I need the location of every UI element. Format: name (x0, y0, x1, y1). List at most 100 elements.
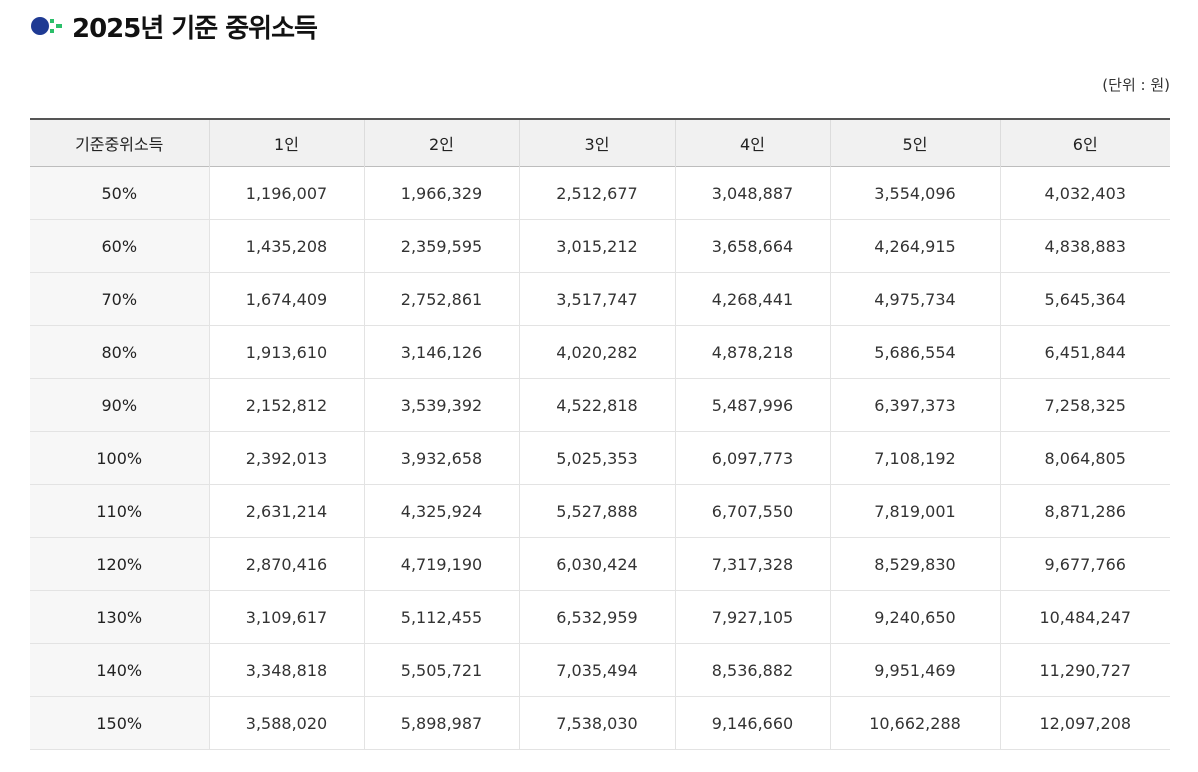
income-cell: 9,677,766 (999, 537, 1170, 591)
income-cell: 5,527,888 (518, 484, 675, 538)
header-4-person: 4인 (674, 119, 830, 167)
header-criterion: 기준중위소득 (75, 135, 164, 154)
income-cell: 11,290,727 (999, 643, 1170, 697)
income-cell: 8,064,805 (999, 431, 1170, 485)
table-row: 110% 2,631,214 4,325,924 5,527,888 6,707,550… (30, 484, 1170, 538)
table-row: 140% 3,348,818 5,505,721 7,035,494 8,536,882… (30, 643, 1170, 697)
table-row: 150% 3,588,020 5,898,987 7,538,030 9,146,660… (30, 696, 1170, 750)
income-cell: 5,645,364 (999, 272, 1170, 326)
row-percentage-cell: 70% (30, 272, 209, 326)
income-cell: 6,532,959 (518, 590, 675, 644)
table-row: 120% 2,870,416 4,719,190 6,030,424 7,317,328… (30, 537, 1170, 591)
income-cell: 6,030,424 (518, 537, 675, 591)
income-cell: 3,015,212 (518, 219, 675, 273)
row-percentage-cell: 80% (30, 325, 209, 379)
income-cell: 5,686,554 (829, 325, 1000, 379)
income-cell: 3,048,887 (674, 166, 830, 220)
table-row: 130% 3,109,617 5,112,455 6,532,959 7,927,105… (30, 590, 1170, 644)
header-5-person: 5인 (829, 119, 1000, 167)
income-cell: 5,025,353 (518, 431, 675, 485)
income-cell: 3,932,658 (363, 431, 519, 485)
title-row: 2025년 기준 중위소득 (30, 8, 318, 44)
income-cell: 4,268,441 (674, 272, 830, 326)
income-cell: 5,898,987 (363, 696, 519, 750)
income-cell: 7,317,328 (674, 537, 830, 591)
header-2-person: 2인 (363, 119, 519, 167)
income-cell: 7,538,030 (518, 696, 675, 750)
income-cell: 2,512,677 (518, 166, 675, 220)
income-cell: 4,325,924 (363, 484, 519, 538)
table-row: 100% 2,392,013 3,932,658 5,025,353 6,097,773… (30, 431, 1170, 485)
row-percentage-cell: 90% (30, 378, 209, 432)
income-cell: 3,588,020 (208, 696, 364, 750)
income-cell: 4,032,403 (999, 166, 1170, 220)
income-cell: 4,522,818 (518, 378, 675, 432)
income-cell: 3,109,617 (208, 590, 364, 644)
row-percentage-cell: 60% (30, 219, 209, 273)
income-cell: 7,819,001 (829, 484, 1000, 538)
header-3-person: 3인 (518, 119, 675, 167)
income-cell: 10,484,247 (999, 590, 1170, 644)
table-row: 70% 1,674,409 2,752,861 3,517,747 4,268,441 4… (30, 272, 1170, 326)
row-percentage-cell: 150% (30, 696, 209, 750)
income-cell: 1,435,208 (208, 219, 364, 273)
income-cell: 1,913,610 (208, 325, 364, 379)
income-cell: 4,264,915 (829, 219, 1000, 273)
table-row: 50% 1,196,007 1,966,329 2,512,677 3,048,887 3… (30, 166, 1170, 220)
income-cell: 1,966,329 (363, 166, 519, 220)
row-percentage-cell: 50% (30, 166, 209, 220)
income-cell: 3,554,096 (829, 166, 1000, 220)
income-cell: 2,631,214 (208, 484, 364, 538)
income-cell: 3,348,818 (208, 643, 364, 697)
income-cell: 6,097,773 (674, 431, 830, 485)
row-percentage-cell: 140% (30, 643, 209, 697)
income-cell: 2,152,812 (208, 378, 364, 432)
header-1-person: 1인 (208, 119, 364, 167)
table-row: 80% 1,913,610 3,146,126 4,020,282 4,878,218 5… (30, 325, 1170, 379)
income-cell: 1,196,007 (208, 166, 364, 220)
income-cell: 4,838,883 (999, 219, 1170, 273)
income-cell: 3,539,392 (363, 378, 519, 432)
income-cell: 9,951,469 (829, 643, 1000, 697)
income-cell: 2,392,013 (208, 431, 364, 485)
income-cell: 2,359,595 (363, 219, 519, 273)
income-cell: 7,035,494 (518, 643, 675, 697)
income-cell: 4,878,218 (674, 325, 830, 379)
income-cell: 10,662,288 (829, 696, 1000, 750)
row-percentage-cell: 100% (30, 431, 209, 485)
unit-note: (단위 : 원) (1102, 76, 1170, 94)
median-income-table: 기준중위소득 1인 2인 3인 4인 5인 6인 50% 1,196,007 1,9… (30, 118, 1170, 750)
income-cell: 8,536,882 (674, 643, 830, 697)
row-percentage-cell: 120% (30, 537, 209, 591)
income-cell: 2,870,416 (208, 537, 364, 591)
income-cell: 3,146,126 (363, 325, 519, 379)
income-cell: 5,505,721 (363, 643, 519, 697)
income-cell: 9,240,650 (829, 590, 1000, 644)
row-percentage-cell: 130% (30, 590, 209, 644)
income-cell: 2,752,861 (363, 272, 519, 326)
income-cell: 6,397,373 (829, 378, 1000, 432)
income-cell: 4,020,282 (518, 325, 675, 379)
income-cell: 6,451,844 (999, 325, 1170, 379)
header-6-person: 6인 (999, 119, 1170, 167)
income-cell: 12,097,208 (999, 696, 1170, 750)
income-cell: 5,112,455 (363, 590, 519, 644)
page: 2025년 기준 중위소득 (단위 : 원) 기준중위소득 1인 2인 3인 4… (0, 0, 1198, 772)
income-cell: 5,487,996 (674, 378, 830, 432)
income-cell: 7,927,105 (674, 590, 830, 644)
income-cell: 3,658,664 (674, 219, 830, 273)
table-header-row: 기준중위소득 1인 2인 3인 4인 5인 6인 (30, 119, 1170, 167)
income-cell: 7,258,325 (999, 378, 1170, 432)
income-cell: 8,529,830 (829, 537, 1000, 591)
section-bullet-icon (30, 15, 64, 37)
page-title: 2025년 기준 중위소득 (72, 13, 318, 44)
row-percentage-cell: 110% (30, 484, 209, 538)
table-row: 60% 1,435,208 2,359,595 3,015,212 3,658,664 4… (30, 219, 1170, 273)
income-cell: 4,719,190 (363, 537, 519, 591)
income-cell: 8,871,286 (999, 484, 1170, 538)
income-cell: 3,517,747 (518, 272, 675, 326)
income-cell: 9,146,660 (674, 696, 830, 750)
income-cell: 4,975,734 (829, 272, 1000, 326)
table-row: 90% 2,152,812 3,539,392 4,522,818 5,487,996 6… (30, 378, 1170, 432)
income-cell: 1,674,409 (208, 272, 364, 326)
